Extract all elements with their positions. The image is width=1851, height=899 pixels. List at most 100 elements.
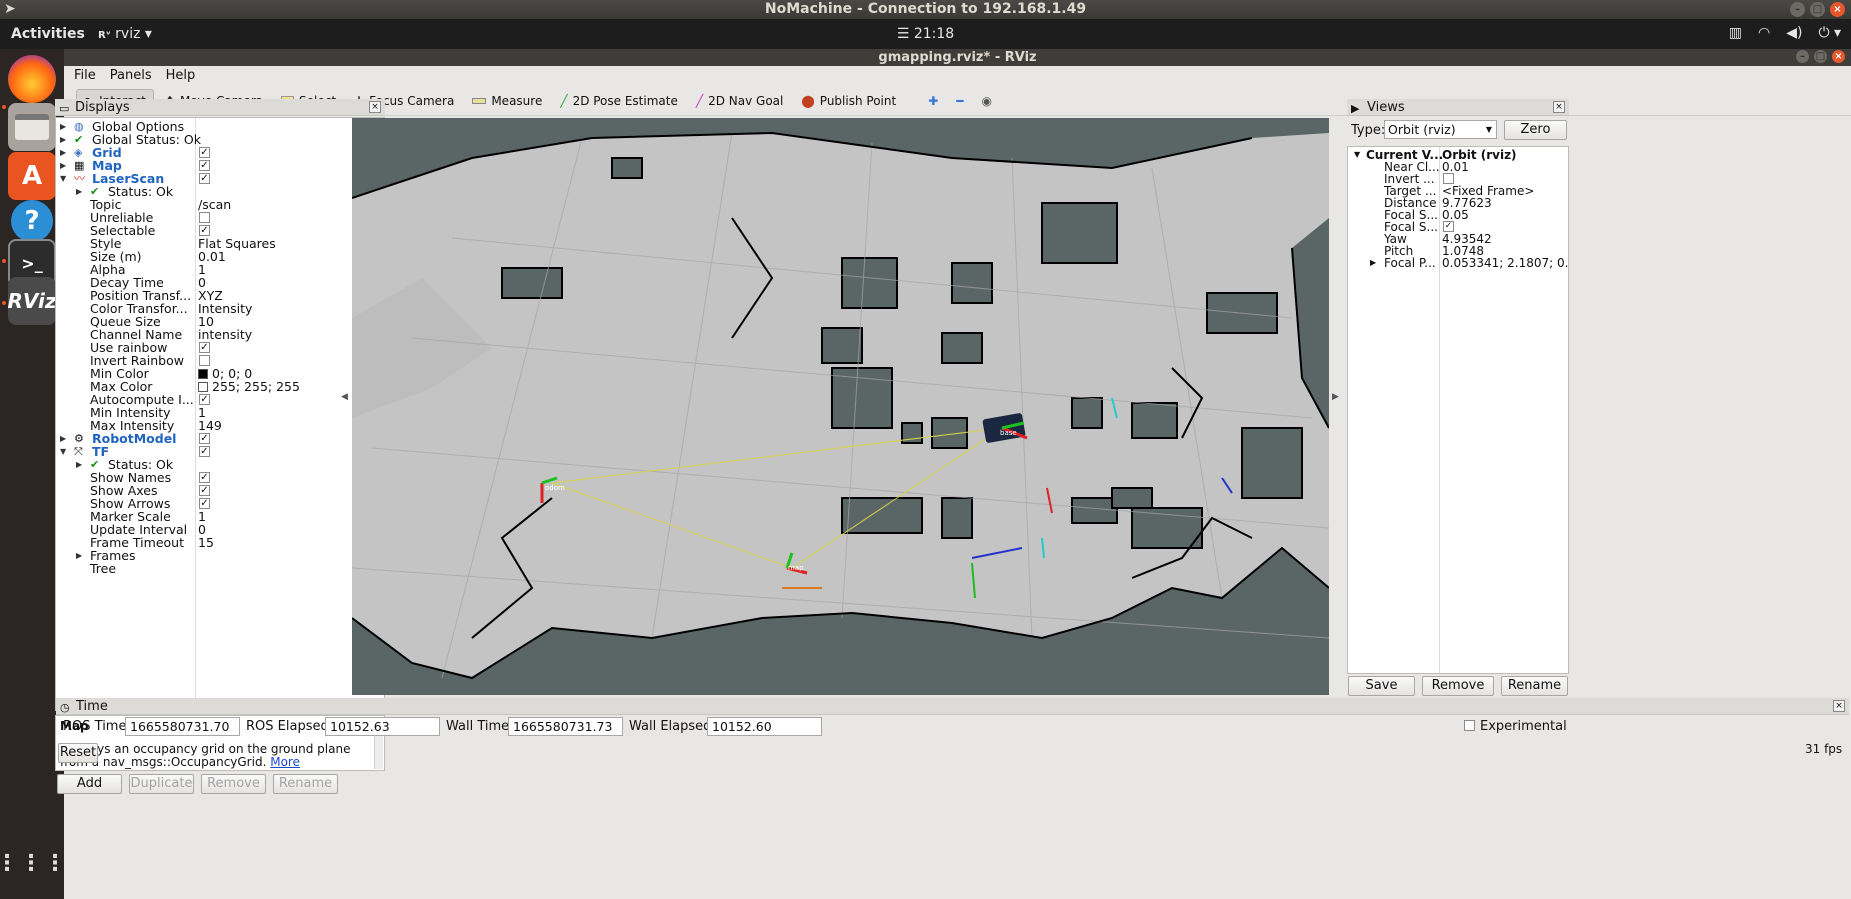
help-icon[interactable]: ? [11,200,53,242]
app-menu[interactable]: Rᵛ rviz ▾ [98,26,152,42]
files-icon[interactable] [8,103,56,151]
expand-right-icon[interactable]: ▶ [60,159,66,172]
display-value[interactable]: 255; 255; 255 [198,380,300,393]
display-tree-row[interactable]: ▼ 〰 LaserScan ✓ [56,172,384,185]
save-view-button[interactable]: Save [1348,676,1415,696]
nav-goal-tool[interactable]: ╱ 2D Nav Goal [689,89,791,113]
display-checkbox[interactable]: ✓ [199,433,210,444]
wall-time-field[interactable]: 1665580731.73 [508,717,623,736]
close-views-button[interactable]: × [1553,101,1565,113]
ros-elapsed-field[interactable]: 10152.63 [325,717,440,736]
remove-view-button[interactable]: Remove [1422,676,1494,696]
display-value[interactable]: intensity [198,328,252,341]
views-title: Views [1367,100,1405,115]
expand-right-icon[interactable]: ▶ [60,133,66,146]
display-value[interactable]: 149 [198,419,222,432]
display-checkbox[interactable]: ✓ [199,472,210,483]
pose-estimate-tool[interactable]: ╱ 2D Pose Estimate [553,89,685,113]
display-checkbox[interactable]: ✓ [199,446,210,457]
rename-view-button[interactable]: Rename [1501,676,1568,696]
tool-properties-button[interactable]: ◉ [974,89,998,113]
expand-down-icon[interactable]: ▼ [60,445,66,458]
publish-point-tool[interactable]: ⬤ Publish Point [794,89,903,113]
add-tool-button[interactable]: ✚ [921,89,945,113]
view-property-row[interactable]: Focal S... 0.05 [1348,209,1568,221]
close-panel-button[interactable]: × [369,101,381,113]
view-property-row[interactable]: ▶ Focal P... 0.053341; 2.1807; 0.... [1348,257,1568,269]
collapse-right-arrow[interactable]: ▶ [1332,392,1339,402]
expand-right-icon[interactable]: ▶ [76,185,82,198]
firefox-icon[interactable] [8,55,56,103]
rviz-maximize-button[interactable]: □ [1814,50,1827,63]
wall-elapsed-field[interactable]: 10152.60 [707,717,822,736]
volume-icon[interactable]: ◀) [1786,25,1802,41]
maximize-button[interactable]: □ [1810,2,1825,17]
wifi-icon[interactable]: ◠ [1758,25,1770,41]
display-checkbox[interactable]: ✓ [199,160,210,171]
reset-button[interactable]: Reset [58,743,98,763]
expand-right-icon[interactable]: ▶ [1370,257,1376,269]
display-checkbox[interactable]: ✓ [199,342,210,353]
expand-down-icon[interactable]: ▼ [60,172,66,185]
display-checkbox[interactable] [199,355,210,366]
activities-button[interactable]: Activities [11,26,85,42]
display-value[interactable]: 15 [198,536,214,549]
display-checkbox[interactable] [199,212,210,223]
time-header: ◷ Time × [56,698,1849,715]
view-property-checkbox[interactable]: ✓ [1443,221,1454,232]
minimize-button[interactable]: – [1790,2,1805,17]
ros-time-field[interactable]: 1665580731.70 [125,717,240,736]
view-property-value[interactable]: 0.01 [1442,161,1469,173]
menu-help[interactable]: Help [166,66,196,86]
add-display-button[interactable]: Add [57,774,122,794]
render-viewport[interactable]: base odom map [352,118,1329,695]
network-icon[interactable]: ▥ [1729,25,1742,41]
view-property-checkbox[interactable] [1443,173,1454,184]
color-swatch [198,369,208,379]
eye-icon: ◉ [981,93,992,108]
remove-tool-button[interactable]: ━ [949,89,970,113]
display-tree-row[interactable]: ▼ ⤧ TF ✓ [56,445,384,458]
expand-down-icon[interactable]: ▼ [1354,149,1360,161]
gnome-top-panel: Activities Rᵛ rviz ▾ ☰ 21:18 ▥ ◠ ◀) ⏻ ▾ [0,19,1851,49]
display-value[interactable]: /scan [198,198,231,211]
view-type-select[interactable]: Orbit (rviz) ▼ [1384,120,1497,139]
experimental-checkbox[interactable] [1464,720,1475,731]
display-checkbox[interactable]: ✓ [199,394,210,405]
collapse-left-arrow[interactable]: ◀ [341,392,348,402]
menu-panels[interactable]: Panels [110,66,152,86]
rviz-icon[interactable]: RViz [7,277,57,325]
expand-right-icon[interactable]: ▶ [60,120,66,133]
rviz-minimize-button[interactable]: – [1796,50,1809,63]
zero-button[interactable]: Zero [1504,120,1567,140]
app-grid-icon[interactable]: ⋮⋮⋮ [0,839,66,887]
expand-right-icon[interactable]: ▶ [76,549,82,562]
views-panel: ▶ Views × Type: Orbit (rviz) ▼ Zero ▼ Curr… [1347,99,1569,697]
display-checkbox[interactable]: ✓ [199,173,210,184]
display-tree-row[interactable]: Tree [56,562,384,575]
grid-icon: ◈ [74,146,83,159]
close-button[interactable]: × [1830,2,1845,17]
view-property-value[interactable]: 0.053341; 2.1807; 0.... [1442,257,1568,269]
display-checkbox[interactable]: ✓ [199,225,210,236]
expand-right-icon[interactable]: ▶ [76,458,82,471]
display-value-text: /scan [198,197,232,212]
ruler-icon [472,97,487,104]
display-checkbox[interactable]: ✓ [199,498,210,509]
rviz-close-button[interactable]: × [1832,50,1845,63]
expand-right-icon[interactable]: ▶ [60,432,66,445]
expand-right-icon[interactable]: ▶ [60,146,66,159]
clock[interactable]: ☰ 21:18 [897,26,954,42]
measure-tool[interactable]: Measure [465,89,549,113]
rename-display-button[interactable]: Rename [273,774,338,794]
remove-display-button[interactable]: Remove [201,774,266,794]
close-time-button[interactable]: × [1833,700,1845,712]
view-property-row[interactable]: Near Cl... 0.01 [1348,161,1568,173]
display-checkbox[interactable]: ✓ [199,485,210,496]
software-icon[interactable]: A [8,152,56,200]
power-icon[interactable]: ⏻ ▾ [1818,25,1841,41]
display-checkbox[interactable]: ✓ [199,147,210,158]
view-property-value[interactable]: 0.05 [1442,209,1469,221]
duplicate-button[interactable]: Duplicate [129,774,194,794]
menu-file[interactable]: File [74,66,96,86]
